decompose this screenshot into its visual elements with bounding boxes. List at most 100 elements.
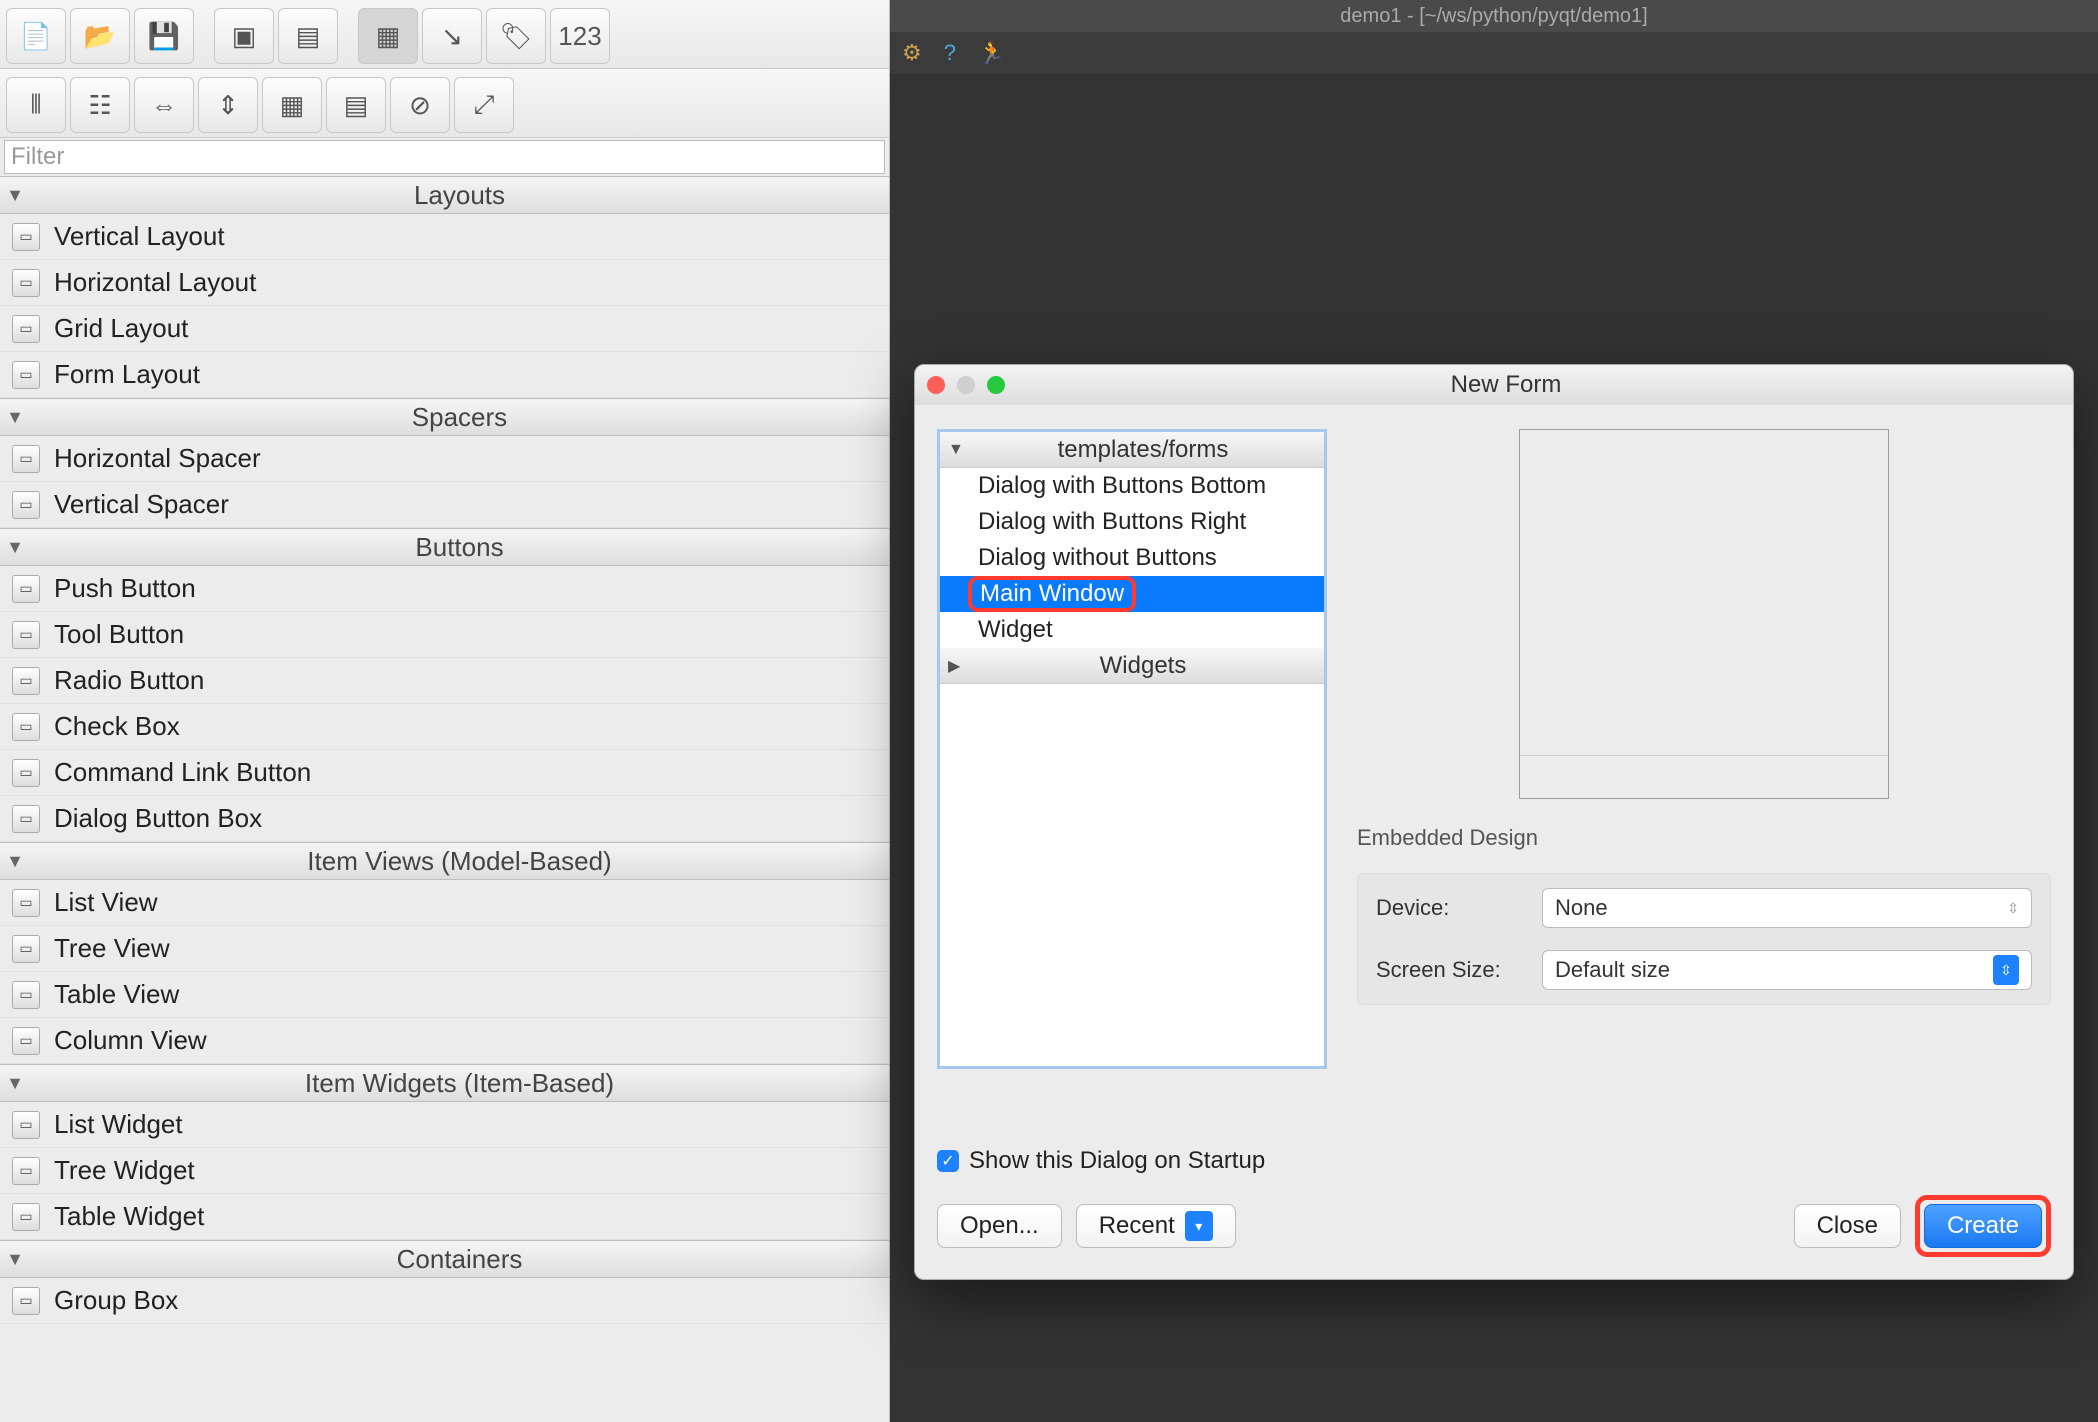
run-icon[interactable]: 🏃 [978, 40, 1005, 66]
widget-item[interactable]: ▭List View [0, 880, 889, 926]
tree-header-widgets[interactable]: ▶ Widgets [940, 648, 1324, 684]
bring-front-icon[interactable]: ▤ [278, 8, 338, 64]
template-item[interactable]: Dialog without Buttons [940, 540, 1324, 576]
widget-item[interactable]: ▭Vertical Spacer [0, 482, 889, 528]
show-on-startup-label: Show this Dialog on Startup [969, 1147, 1265, 1175]
widget-icon: ▭ [12, 269, 40, 297]
embedded-design-label: Embedded Design [1357, 825, 2051, 851]
template-item[interactable]: Main Window [940, 576, 1324, 612]
gear-icon[interactable]: ⚙ [902, 40, 922, 66]
widget-item[interactable]: ▭Column View [0, 1018, 889, 1064]
layout-hsplit-icon[interactable]: ⇔ [134, 77, 194, 133]
filter-input[interactable]: Filter [4, 140, 885, 174]
widget-item[interactable]: ▭Group Box [0, 1278, 889, 1324]
chevron-updown-icon: ⇳ [1993, 955, 2019, 985]
show-on-startup-checkbox[interactable]: ✓ [937, 1150, 959, 1172]
widget-icon: ▭ [12, 445, 40, 473]
widget-item[interactable]: ▭Table Widget [0, 1194, 889, 1240]
widget-icon: ▭ [12, 361, 40, 389]
widget-item[interactable]: ▭Vertical Layout [0, 214, 889, 260]
widget-icon: ▭ [12, 1027, 40, 1055]
template-tree[interactable]: ▼ templates/forms Dialog with Buttons Bo… [937, 429, 1327, 1069]
zoom-window-icon[interactable] [987, 376, 1005, 394]
widget-group-header[interactable]: ▼Containers [0, 1240, 889, 1278]
layout-form-icon[interactable]: ▤ [326, 77, 386, 133]
layout-grid-icon[interactable]: ▦ [262, 77, 322, 133]
layout-v-icon[interactable]: ☷ [70, 77, 130, 133]
device-select[interactable]: None ⇳ [1542, 888, 2032, 928]
widget-item[interactable]: ▭Form Layout [0, 352, 889, 398]
widget-icon: ▭ [12, 1203, 40, 1231]
widget-icon: ▭ [12, 981, 40, 1009]
dialog-titlebar: New Form [915, 365, 2073, 405]
widget-group-header[interactable]: ▼Layouts [0, 176, 889, 214]
widget-item[interactable]: ▭Tree View [0, 926, 889, 972]
widget-item[interactable]: ▭Push Button [0, 566, 889, 612]
template-item[interactable]: Dialog with Buttons Bottom [940, 468, 1324, 504]
save-icon[interactable]: 💾 [134, 8, 194, 64]
screen-size-select[interactable]: Default size ⇳ [1542, 950, 2032, 990]
widget-icon: ▭ [12, 1287, 40, 1315]
ide-background: demo1 - [~/ws/python/pyqt/demo1] ⚙ ? 🏃 N… [890, 0, 2098, 1422]
widget-item[interactable]: ▭Command Link Button [0, 750, 889, 796]
widget-icon: ▭ [12, 575, 40, 603]
widget-icon: ▭ [12, 491, 40, 519]
widget-icon: ▭ [12, 889, 40, 917]
widget-item[interactable]: ▭Horizontal Spacer [0, 436, 889, 482]
chevron-right-icon: ▶ [948, 656, 970, 676]
close-window-icon[interactable] [927, 376, 945, 394]
tree-header-templates[interactable]: ▼ templates/forms [940, 432, 1324, 468]
send-back-icon[interactable]: ▣ [214, 8, 274, 64]
widget-item[interactable]: ▭Dialog Button Box [0, 796, 889, 842]
widget-icon: ▭ [12, 667, 40, 695]
bg-window-title: demo1 - [~/ws/python/pyqt/demo1] [890, 0, 2098, 32]
recent-button[interactable]: Recent ▾ [1076, 1204, 1236, 1248]
chevron-updown-icon: ⇳ [2007, 900, 2019, 917]
widget-item[interactable]: ▭Tree Widget [0, 1148, 889, 1194]
edit-signals-icon[interactable]: ↘ [422, 8, 482, 64]
new-file-icon[interactable]: 📄 [6, 8, 66, 64]
toolbar-row-2: ⫴ ☷ ⇔ ⇕ ▦ ▤ ⊘ ⤢ [0, 69, 889, 138]
widget-item[interactable]: ▭Check Box [0, 704, 889, 750]
widget-icon: ▭ [12, 223, 40, 251]
widget-icon: ▭ [12, 805, 40, 833]
widget-icon: ▭ [12, 713, 40, 741]
edit-tab-order-icon[interactable]: 123 [550, 8, 610, 64]
open-button[interactable]: Open... [937, 1204, 1062, 1248]
widget-item[interactable]: ▭Tool Button [0, 612, 889, 658]
layout-vsplit-icon[interactable]: ⇕ [198, 77, 258, 133]
widget-group-header[interactable]: ▼Item Widgets (Item-Based) [0, 1064, 889, 1102]
form-preview [1519, 429, 1889, 799]
widget-icon: ▭ [12, 1157, 40, 1185]
help-icon[interactable]: ? [944, 40, 956, 66]
toolbar-row-1: 📄 📂 💾 ▣ ▤ ▦ ↘ 🏷 123 [0, 0, 889, 69]
embedded-design-box: Device: None ⇳ Screen Size: Default size… [1357, 873, 2051, 1005]
widget-item[interactable]: ▭List Widget [0, 1102, 889, 1148]
screen-size-label: Screen Size: [1376, 957, 1526, 983]
widget-group-header[interactable]: ▼Item Views (Model-Based) [0, 842, 889, 880]
minimize-window-icon[interactable] [957, 376, 975, 394]
template-item[interactable]: Widget [940, 612, 1324, 648]
widget-item[interactable]: ▭Table View [0, 972, 889, 1018]
layout-h-icon[interactable]: ⫴ [6, 77, 66, 133]
open-file-icon[interactable]: 📂 [70, 8, 130, 64]
widget-item[interactable]: ▭Horizontal Layout [0, 260, 889, 306]
widget-item[interactable]: ▭Grid Layout [0, 306, 889, 352]
edit-widgets-icon[interactable]: ▦ [358, 8, 418, 64]
device-label: Device: [1376, 895, 1526, 921]
editor-area: New Form ▼ templates/forms Dialog with B… [890, 74, 2098, 1422]
widget-group-header[interactable]: ▼Buttons [0, 528, 889, 566]
close-button[interactable]: Close [1794, 1204, 1901, 1248]
widget-icon: ▭ [12, 935, 40, 963]
widget-item[interactable]: ▭Radio Button [0, 658, 889, 704]
bg-toolbar: ⚙ ? 🏃 [890, 32, 2098, 74]
widget-group-header[interactable]: ▼Spacers [0, 398, 889, 436]
template-item[interactable]: Dialog with Buttons Right [940, 504, 1324, 540]
edit-buddies-icon[interactable]: 🏷 [486, 8, 546, 64]
create-button[interactable]: Create [1924, 1204, 2042, 1248]
chevron-down-icon: ▾ [1185, 1211, 1213, 1241]
adjust-size-icon[interactable]: ⤢ [454, 77, 514, 133]
widget-icon: ▭ [12, 759, 40, 787]
break-layout-icon[interactable]: ⊘ [390, 77, 450, 133]
new-form-dialog: New Form ▼ templates/forms Dialog with B… [914, 364, 2074, 1280]
